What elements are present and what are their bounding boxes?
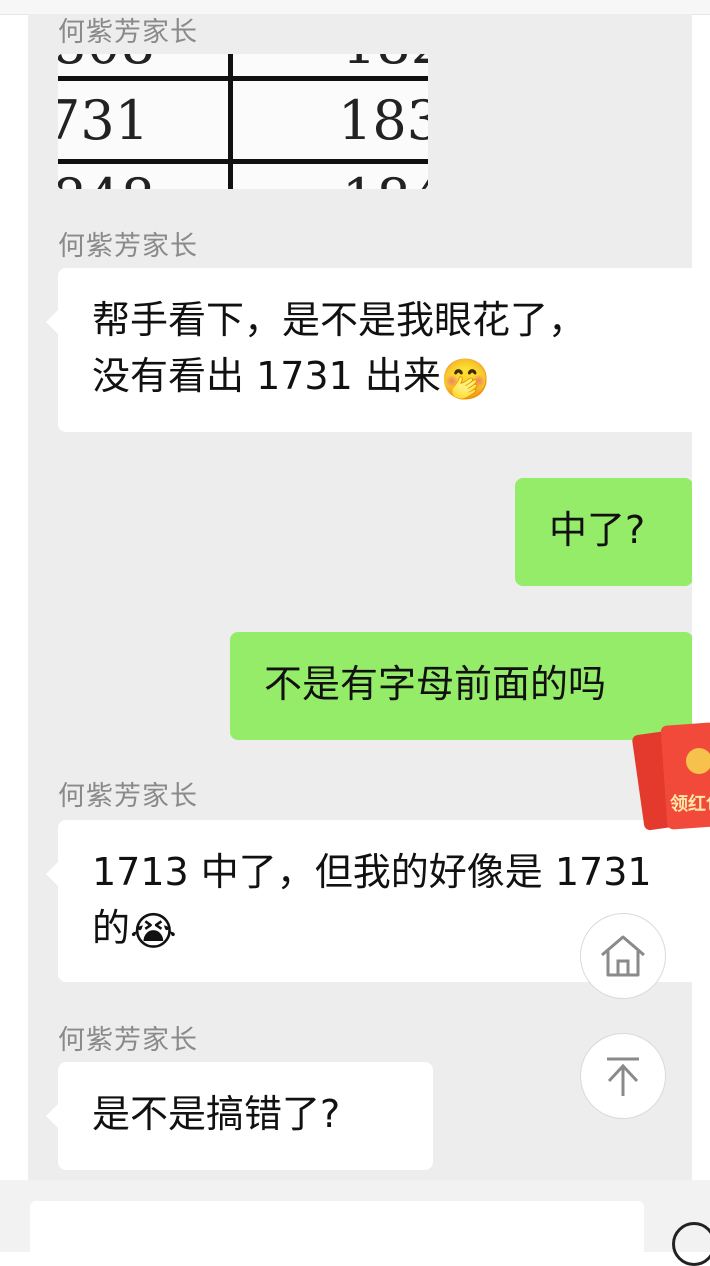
chat-area[interactable]: 何紫芳家长 808 182 731 183 848 184 何紫芳家长 帮手看下… — [28, 14, 692, 1180]
cropped-cell-text: 182 — [342, 54, 428, 72]
cropped-cell-text: 808 — [58, 54, 155, 72]
table-line — [58, 159, 428, 164]
sender-name: 何紫芳家长 — [58, 781, 198, 812]
cropped-cell-text: 184 — [342, 172, 428, 190]
home-button[interactable] — [580, 913, 666, 999]
home-icon — [601, 935, 645, 977]
sender-name: 何紫芳家长 — [58, 1025, 198, 1056]
table-line — [228, 54, 233, 189]
message-text: 中了? — [549, 508, 646, 552]
outgoing-message-bubble[interactable]: 中了? — [515, 478, 692, 586]
red-packet-float[interactable]: 领红包 — [631, 720, 710, 832]
table-line — [58, 76, 428, 81]
voice-icon[interactable] — [672, 1222, 710, 1266]
message-text: 帮手看下，是不是我眼花了， — [92, 298, 587, 342]
table-cell: 183 — [338, 89, 428, 152]
coin-icon — [686, 748, 710, 774]
outgoing-message-bubble[interactable]: 不是有字母前面的吗 — [230, 632, 692, 740]
message-text-line2: 没有看出 1731 出来🤭 — [92, 348, 692, 408]
table-image-message[interactable]: 808 182 731 183 848 184 — [58, 54, 428, 189]
incoming-message-bubble[interactable]: 帮手看下，是不是我眼花了， 没有看出 1731 出来🤭 — [46, 268, 692, 432]
incoming-message-bubble[interactable]: 是不是搞错了? — [46, 1062, 433, 1170]
sender-name: 何紫芳家长 — [58, 17, 198, 48]
message-text: 1713 中了，但我的好像是 1731 — [92, 850, 652, 894]
message-text: 是不是搞错了? — [92, 1092, 341, 1136]
back-to-top-icon — [607, 1057, 639, 1096]
back-to-top-button[interactable] — [580, 1033, 666, 1119]
cropped-cell-text: 848 — [58, 172, 155, 190]
sender-name: 何紫芳家长 — [58, 231, 198, 262]
message-text: 不是有字母前面的吗 — [264, 662, 607, 706]
message-input[interactable] — [30, 1201, 644, 1261]
crying-face-emoji: 😭 — [130, 909, 177, 955]
red-packet-label: 领红包 — [670, 794, 710, 815]
laughing-face-emoji: 🤭 — [440, 357, 491, 403]
table-cell: 731 — [58, 89, 150, 152]
top-status-strip — [0, 0, 710, 15]
